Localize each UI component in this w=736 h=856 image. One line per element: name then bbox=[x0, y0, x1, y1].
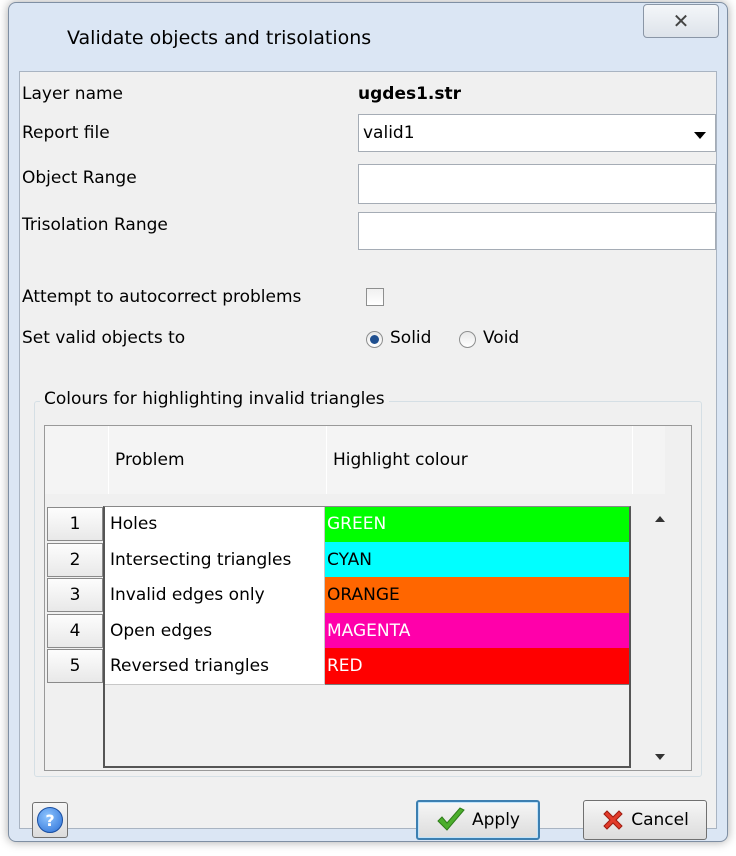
chevron-down-icon bbox=[694, 132, 706, 139]
dialog-body: Layer name ugdes1.str Report file valid1… bbox=[19, 71, 717, 840]
trisolation-range-input[interactable] bbox=[358, 212, 716, 250]
help-icon: ? bbox=[37, 807, 63, 833]
column-header-colour[interactable]: Highlight colour bbox=[327, 426, 633, 494]
dialog-window: Validate objects and trisolations ✕ Laye… bbox=[8, 2, 728, 842]
vertical-scrollbar[interactable] bbox=[643, 502, 679, 770]
object-range-input[interactable] bbox=[358, 164, 716, 204]
window-title: Validate objects and trisolations bbox=[67, 27, 372, 49]
cross-icon bbox=[603, 810, 623, 830]
title-bar[interactable]: Validate objects and trisolations ✕ bbox=[9, 3, 727, 63]
object-range-label: Object Range bbox=[22, 168, 137, 188]
scroll-up-icon[interactable] bbox=[655, 516, 665, 522]
apply-button[interactable]: Apply bbox=[416, 800, 540, 840]
cancel-button[interactable]: Cancel bbox=[583, 800, 707, 840]
checkmark-icon bbox=[437, 807, 465, 831]
void-radio-label[interactable]: Void bbox=[483, 328, 519, 348]
void-radio[interactable] bbox=[459, 331, 476, 348]
solid-radio-label[interactable]: Solid bbox=[390, 328, 431, 348]
solid-radio[interactable] bbox=[366, 331, 383, 348]
row-number[interactable]: 1 bbox=[47, 507, 103, 541]
row-number[interactable]: 4 bbox=[47, 613, 103, 648]
table-data-frame bbox=[103, 506, 631, 768]
layer-name-label: Layer name bbox=[22, 84, 124, 104]
apply-label: Apply bbox=[472, 810, 520, 830]
set-valid-label: Set valid objects to bbox=[22, 328, 186, 348]
row-number[interactable]: 3 bbox=[47, 578, 103, 612]
report-file-value: valid1 bbox=[363, 123, 415, 143]
trisolation-range-label: Trisolation Range bbox=[22, 215, 168, 235]
group-title: Colours for highlighting invalid triangl… bbox=[40, 389, 389, 409]
scroll-down-icon[interactable] bbox=[655, 754, 665, 760]
corner-header bbox=[45, 426, 109, 494]
report-file-dropdown[interactable]: valid1 bbox=[358, 114, 716, 152]
close-button[interactable]: ✕ bbox=[643, 4, 719, 38]
row-number[interactable]: 2 bbox=[47, 542, 103, 577]
cancel-label: Cancel bbox=[631, 810, 689, 830]
report-file-label: Report file bbox=[22, 123, 110, 143]
layer-name-value: ugdes1.str bbox=[358, 84, 462, 104]
row-number[interactable]: 5 bbox=[47, 649, 103, 683]
problem-colour-table: Problem Highlight colour 1 Holes GREEN 2 Int… bbox=[44, 425, 692, 771]
autocorrect-checkbox[interactable] bbox=[366, 288, 384, 306]
help-button[interactable]: ? bbox=[32, 802, 68, 838]
column-header-problem[interactable]: Problem bbox=[109, 426, 327, 494]
close-icon: ✕ bbox=[672, 9, 690, 33]
autocorrect-label: Attempt to autocorrect problems bbox=[22, 287, 302, 307]
